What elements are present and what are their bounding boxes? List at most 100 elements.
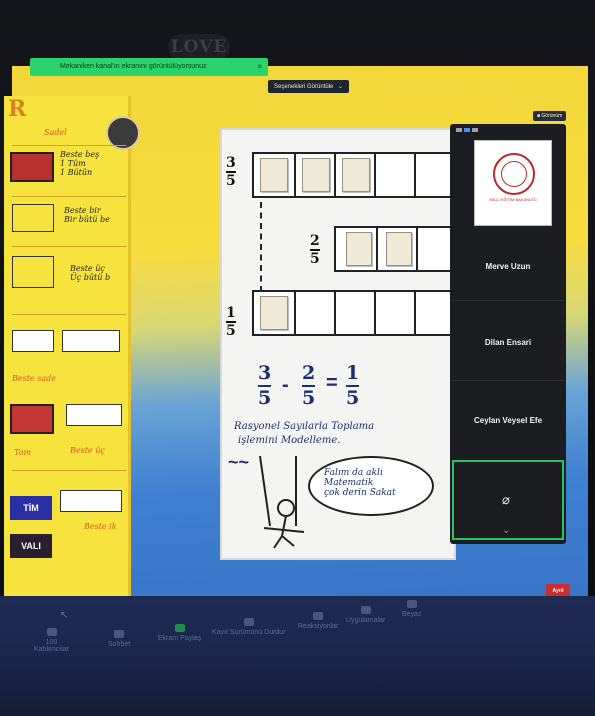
fraction-piece [342,158,370,192]
fullscreen-button[interactable]: ■ Görünüm [533,111,567,121]
fraction-label: 1 5 [226,306,236,338]
lesson-title: Rasyonel Sayılarla Toplama [234,421,375,432]
board-card [60,490,122,512]
record-button[interactable]: Kayıt Sürümünü Durdur [212,618,286,636]
board-row-label: Beste üç [70,446,105,455]
fraction-piece [302,158,330,192]
chevron-down-icon: ⌄ [338,84,344,90]
board-divider [12,246,126,247]
view-toggle-icon[interactable] [456,128,462,132]
fraction-strip [252,290,456,336]
fraction-numerator: 2 [310,233,320,249]
participant-tile-logo[interactable]: MİLLİ EĞİTİM BAKANLIĞI [474,140,552,226]
logo-caption: MİLLİ EĞİTİM BAKANLIĞI [489,197,537,202]
board-card: TİM [10,496,52,520]
participant-name[interactable]: Dilan Ensari [456,338,560,347]
board-divider [12,314,126,315]
camera-sticker: LOVE [168,34,230,60]
whiteboard-button[interactable]: Beyaz [402,600,421,618]
lesson-subtitle: işlemini Modelleme. [238,435,341,446]
view-options-button[interactable]: Seçenekleri Görüntüle ⌄ [268,80,350,93]
toolbar-label: Uygulamalar [346,617,386,624]
tile-divider [452,380,564,381]
board-divider [12,145,126,146]
fraction-piece [386,232,412,266]
guide-line [260,202,264,292]
fraction-piece [260,158,288,192]
toolbar-label: Reaksiyonlar [298,623,339,630]
fraction-numerator: 1 [226,305,236,321]
participant-name[interactable]: Merve Uzun [456,262,560,271]
board-card [66,404,122,426]
close-icon[interactable]: × [257,58,262,76]
board-row-label: Beste ik [84,522,117,531]
board-card [62,330,120,352]
fraction-denominator: 5 [302,387,316,409]
toolbar-label: Beyaz [402,611,422,618]
board-title-letter: R [8,96,27,122]
tile-divider [452,300,564,301]
chat-button[interactable]: Sohbet [108,630,130,648]
smiley-icon [313,612,324,620]
fraction-label: 3 5 [226,156,236,188]
fraction-piece [260,296,288,330]
fraction-strip [252,152,456,198]
cursor-icon: ↖ [60,610,69,621]
board-row-label: Beste bir Bir bütü be [64,206,110,224]
swing-drawing [259,456,305,549]
view-toggle-icon[interactable] [464,128,470,132]
ministry-seal-icon [493,153,535,195]
equals-sign: = [326,372,338,394]
board-grid [12,204,54,232]
fraction-denominator: 5 [258,387,272,409]
board-divider [12,470,126,471]
seal-inner-ring [501,161,527,187]
screen-share-banner[interactable]: Mekaniken kanal'ın ekranını görüntülüyor… [30,58,268,76]
view-toggle-icon[interactable] [472,128,478,132]
board-row-label: Beste beş 1 Tüm 1 Bütün [60,150,100,177]
reactions-button[interactable]: Reaksiyonlar [298,612,338,630]
fraction-numerator: 1 [346,362,360,384]
toolbar-label: Ekranı Paylaş [158,635,202,642]
view-options-label: Seçenekleri Görüntüle [274,84,334,90]
gallery-view-switcher[interactable] [456,128,480,134]
participant-name[interactable]: Ceylan Veysel Efe [456,416,560,425]
chevron-down-icon[interactable]: ⌄ [502,525,510,536]
board-header: Sadel [44,128,67,137]
toolbar-label: Sohbet [108,641,131,648]
board-card [10,152,54,182]
board-row-label: Beste üç Üç bütü b [70,264,111,282]
equation-term: 1 5 [346,362,360,408]
fraction-denominator: 5 [226,323,236,339]
strip-cell [374,154,416,196]
whiteboard-icon [406,600,417,608]
chat-icon [114,630,125,638]
toolbar-label: Kayıt Sürümünü Durdur [212,629,286,636]
board-row-label: Beste sade [12,374,56,383]
board-card [12,330,54,352]
fraction-strip [334,226,456,272]
apps-button[interactable]: Uygulamalar [346,606,385,624]
people-icon [46,628,57,636]
participants-button[interactable]: 100 Katılımcılar [34,628,69,653]
fraction-piece [346,232,372,266]
equation-term: 3 5 [258,364,272,409]
share-banner-text: Mekaniken kanal'ın ekranını görüntülüyor… [60,63,207,70]
share-screen-icon [174,624,185,632]
fraction-numerator: 3 [226,155,236,171]
fraction-denominator: 5 [310,251,320,267]
strip-cell [294,292,336,334]
pause-icon [243,618,254,626]
board-row-label: Tom [14,448,32,457]
minus-sign: - [282,374,289,396]
thought-bubble-text: Falım da aklı Matematik çok derin Sakat [324,468,396,498]
board-divider [12,196,126,197]
board-card: VALI [10,534,52,558]
wave-drawing: ~~ [228,452,250,472]
share-screen-button[interactable]: Ekranı Paylaş [158,624,201,642]
strip-cell [374,292,416,334]
fraction-numerator: 2 [302,362,316,384]
fraction-denominator: 5 [226,173,236,189]
apps-icon [360,606,371,614]
strip-cell [334,292,376,334]
